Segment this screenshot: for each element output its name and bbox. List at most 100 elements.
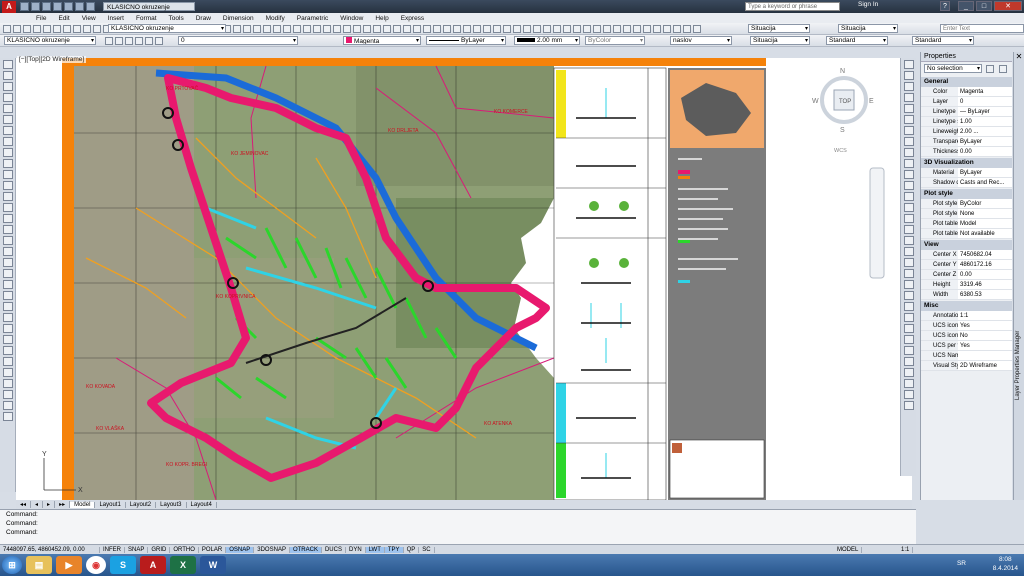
workspace-switcher[interactable]: KLASICNO okruzenje bbox=[103, 2, 195, 11]
linetype-combo[interactable]: ByLayer bbox=[426, 36, 506, 45]
property-value[interactable]: ByColor bbox=[958, 199, 1012, 208]
modify-tool-icon[interactable] bbox=[904, 137, 914, 146]
tool-icon[interactable] bbox=[293, 25, 301, 33]
menu-item[interactable]: Edit bbox=[52, 15, 75, 22]
modify-tool-icon[interactable] bbox=[904, 214, 914, 223]
modify-tool-icon[interactable] bbox=[904, 247, 914, 256]
tool-icon[interactable] bbox=[23, 25, 31, 33]
modify-tool-icon[interactable] bbox=[904, 269, 914, 278]
annotation-scale[interactable]: 1:1 bbox=[898, 546, 914, 553]
modify-tool-icon[interactable] bbox=[904, 203, 914, 212]
plotstyle-combo[interactable]: ByColor bbox=[585, 36, 645, 45]
search-input[interactable]: Type a keyword or phrase bbox=[745, 2, 840, 11]
draw-tool-icon[interactable] bbox=[3, 258, 13, 267]
modify-tool-icon[interactable] bbox=[904, 104, 914, 113]
tab-scroll-icon[interactable]: ▸ bbox=[43, 501, 56, 508]
drawing-viewport[interactable]: KO KOMERCE KO DRLJETA KO JEMINOVAC KO PR… bbox=[16, 58, 912, 500]
tool-icon[interactable] bbox=[263, 25, 271, 33]
draw-tool-icon[interactable] bbox=[3, 137, 13, 146]
tool-icon[interactable] bbox=[403, 25, 411, 33]
draw-tool-icon[interactable] bbox=[3, 346, 13, 355]
command-line[interactable]: Command: bbox=[6, 528, 916, 537]
property-row[interactable]: Annotatio...1:1 bbox=[921, 311, 1012, 321]
tool-icon[interactable] bbox=[73, 25, 81, 33]
property-value[interactable]: Magenta bbox=[958, 87, 1012, 96]
textstyle-combo[interactable]: naslov bbox=[670, 36, 732, 45]
property-value[interactable]: 0 bbox=[958, 97, 1012, 106]
tool-icon[interactable] bbox=[543, 25, 551, 33]
status-toggle[interactable]: INFER bbox=[100, 546, 125, 553]
undo-icon[interactable] bbox=[75, 2, 84, 11]
modify-tool-icon[interactable] bbox=[904, 148, 914, 157]
layer-tool-icon[interactable] bbox=[145, 37, 153, 45]
tool-icon[interactable] bbox=[513, 25, 521, 33]
property-row[interactable]: Height 3319.46 bbox=[921, 280, 1012, 290]
draw-tool-icon[interactable] bbox=[3, 126, 13, 135]
color-combo[interactable]: Magenta bbox=[343, 36, 421, 45]
tab-scroll-icon[interactable]: ▸▸ bbox=[55, 501, 71, 508]
draw-tool-icon[interactable] bbox=[3, 82, 13, 91]
property-value[interactable]: No bbox=[958, 331, 1012, 340]
property-value[interactable]: Yes bbox=[958, 341, 1012, 350]
modify-tool-icon[interactable] bbox=[904, 159, 914, 168]
layout-tab[interactable]: Layout2 bbox=[126, 501, 157, 508]
tool-icon[interactable] bbox=[93, 25, 101, 33]
tool-icon[interactable] bbox=[623, 25, 631, 33]
property-value[interactable]: Not available bbox=[958, 229, 1012, 238]
tool-icon[interactable] bbox=[523, 25, 531, 33]
layer-tool-icon[interactable] bbox=[105, 37, 113, 45]
menu-item[interactable]: Parametric bbox=[291, 15, 334, 22]
media-player-icon[interactable]: ▶ bbox=[56, 556, 82, 574]
select-objects-icon[interactable] bbox=[999, 65, 1007, 73]
draw-tool-icon[interactable] bbox=[3, 247, 13, 256]
menu-item[interactable]: Window bbox=[334, 15, 369, 22]
property-value[interactable]: 6380.53 bbox=[958, 290, 1012, 299]
draw-tool-icon[interactable] bbox=[3, 335, 13, 344]
tool-icon[interactable] bbox=[663, 25, 671, 33]
property-row[interactable]: Thickness 0.00 bbox=[921, 147, 1012, 157]
modify-tool-icon[interactable] bbox=[904, 346, 914, 355]
modify-tool-icon[interactable] bbox=[904, 60, 914, 69]
modify-tool-icon[interactable] bbox=[904, 401, 914, 410]
tool-icon[interactable] bbox=[283, 25, 291, 33]
property-value[interactable]: Yes bbox=[958, 321, 1012, 330]
tool-icon[interactable] bbox=[443, 25, 451, 33]
modify-tool-icon[interactable] bbox=[904, 291, 914, 300]
draw-tool-icon[interactable] bbox=[3, 379, 13, 388]
menu-item[interactable]: Tools bbox=[163, 15, 190, 22]
tab-scroll-icon[interactable]: ◂ bbox=[31, 501, 44, 508]
property-row[interactable]: Lineweight2.00 ... bbox=[921, 127, 1012, 137]
text-input[interactable]: Enter Text bbox=[940, 24, 1024, 33]
menu-item[interactable]: Express bbox=[395, 15, 430, 22]
annot-scale-combo[interactable]: Situacija bbox=[838, 24, 898, 33]
tool-icon[interactable] bbox=[243, 25, 251, 33]
tool-icon[interactable] bbox=[3, 25, 11, 33]
status-toggle[interactable]: 3DOSNAP bbox=[254, 546, 290, 553]
property-row[interactable]: Material ByLayer bbox=[921, 168, 1012, 178]
status-toggle[interactable]: OSNAP bbox=[226, 546, 255, 553]
modify-tool-icon[interactable] bbox=[904, 302, 914, 311]
new-icon[interactable] bbox=[20, 2, 29, 11]
menu-item[interactable]: Modify bbox=[260, 15, 291, 22]
property-row[interactable]: Plot table ...Model bbox=[921, 219, 1012, 229]
viewcube-east[interactable]: E bbox=[869, 98, 874, 105]
tool-icon[interactable] bbox=[463, 25, 471, 33]
draw-tool-icon[interactable] bbox=[3, 269, 13, 278]
tool-icon[interactable] bbox=[393, 25, 401, 33]
excel-icon[interactable]: X bbox=[170, 556, 196, 574]
tool-icon[interactable] bbox=[303, 25, 311, 33]
modify-tool-icon[interactable] bbox=[904, 82, 914, 91]
layer-tool-icon[interactable] bbox=[155, 37, 163, 45]
autocad-taskbar-icon[interactable]: A bbox=[140, 556, 166, 574]
property-row[interactable]: Linetype — ByLayer bbox=[921, 107, 1012, 117]
status-toggle[interactable]: QP bbox=[404, 546, 420, 553]
model-space-button[interactable]: MODEL bbox=[834, 546, 863, 553]
draw-tool-icon[interactable] bbox=[3, 225, 13, 234]
property-value[interactable]: 7450682.04 bbox=[958, 250, 1012, 259]
draw-tool-icon[interactable] bbox=[3, 203, 13, 212]
workspace-combo-2[interactable]: KLASICNO okruzenje bbox=[4, 36, 96, 45]
plot-icon[interactable] bbox=[64, 2, 73, 11]
tool-icon[interactable] bbox=[693, 25, 701, 33]
status-toggle[interactable]: SNAP bbox=[125, 546, 149, 553]
draw-tool-icon[interactable] bbox=[3, 181, 13, 190]
